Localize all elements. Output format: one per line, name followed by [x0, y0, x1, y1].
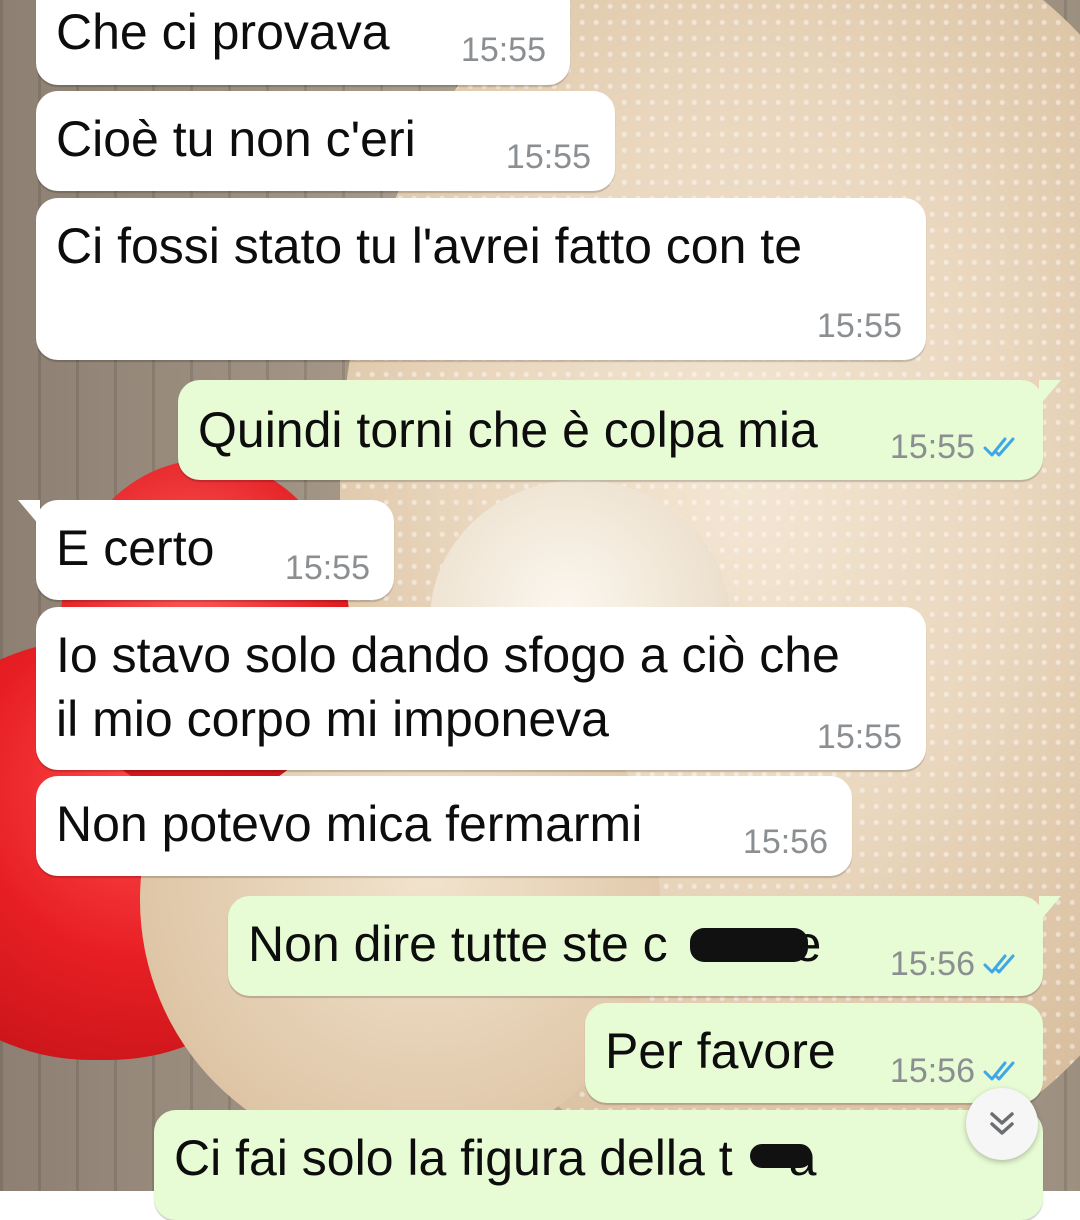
message-text: Che ci provava [56, 4, 390, 60]
redaction-mark [750, 1144, 812, 1168]
double-check-icon [983, 954, 1015, 974]
message-timestamp: 15:55 [505, 138, 591, 176]
message-timestamp: 15:56 [742, 823, 828, 861]
chat-message-list[interactable]: Che ci provava 15:55 Cioè tu non c'eri 1… [0, 0, 1080, 1220]
message-bubble-outgoing[interactable]: Ci fai solo la figura della ta [154, 1110, 1043, 1220]
message-bubble-incoming[interactable]: Io stavo solo dando sfogo a ciò che il m… [36, 607, 926, 770]
message-text: Per favore [605, 1023, 836, 1079]
message-bubble-incoming[interactable]: Cioè tu non c'eri 15:55 [36, 91, 615, 191]
message-bubble-outgoing[interactable]: Per favore 15:56 [585, 1003, 1043, 1103]
double-check-icon [983, 1061, 1015, 1081]
message-timestamp: 15:56 [890, 1051, 1023, 1091]
double-chevron-down-icon [990, 1112, 1014, 1135]
message-text: Cioè tu non c'eri [56, 111, 416, 167]
message-bubble-incoming[interactable]: Che ci provava 15:55 [36, 0, 570, 85]
message-text: E certo [56, 520, 215, 576]
message-text-line: Io stavo solo dando sfogo a ciò che [56, 627, 840, 683]
message-bubble-incoming[interactable]: Ci fossi stato tu l'avrei fatto con te 1… [36, 198, 926, 360]
message-text: Quindi torni che è colpa mia [198, 402, 818, 458]
message-text: Non potevo mica fermarmi [56, 796, 643, 852]
message-timestamp: 15:55 [816, 718, 902, 756]
message-text: Ci fossi stato tu l'avrei fatto con te [56, 218, 802, 274]
message-timestamp: 15:55 [816, 307, 902, 345]
message-bubble-incoming[interactable]: E certo 15:55 [18, 500, 394, 600]
double-check-icon [983, 437, 1015, 457]
message-bubble-outgoing[interactable]: Quindi torni che è colpa mia 15:55 [178, 380, 1061, 480]
message-timestamp: 15:55 [460, 31, 546, 69]
message-timestamp: 15:55 [890, 427, 1023, 467]
message-bubble-incoming[interactable]: Non potevo mica fermarmi 15:56 [36, 776, 852, 876]
message-timestamp: 15:56 [890, 944, 1023, 984]
message-text-line: il mio corpo mi imponeva [56, 691, 609, 747]
message-bubble-outgoing[interactable]: Non dire tutte ste cte 15:56 [228, 896, 1061, 996]
redaction-mark [690, 928, 808, 962]
message-timestamp: 15:55 [284, 549, 370, 587]
message-text: Ci fai solo la figura della ta [174, 1130, 816, 1186]
scroll-to-bottom-button[interactable] [966, 1088, 1038, 1160]
